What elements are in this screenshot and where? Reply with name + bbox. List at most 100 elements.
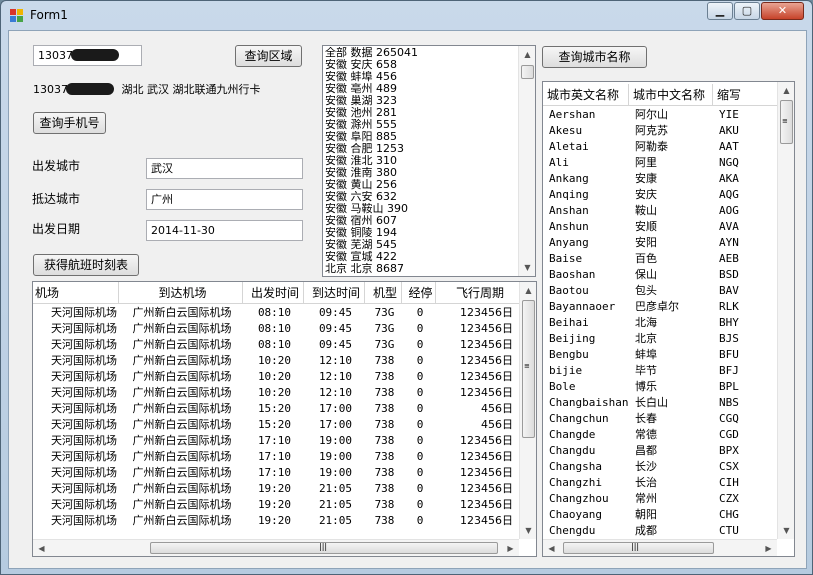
- table-row[interactable]: Bengbu 蚌埠 BFU: [543, 347, 779, 363]
- table-row[interactable]: 天河国际机场 广州新白云国际机场 10:20 12:10 738 0 123456日: [33, 369, 521, 385]
- table-row[interactable]: Beihai 北海 BHY: [543, 315, 779, 331]
- table-row[interactable]: 天河国际机场 广州新白云国际机场 19:20 21:05 738 0 123456日: [33, 497, 521, 513]
- table-row[interactable]: Baotou 包头 BAV: [543, 283, 779, 299]
- table-row[interactable]: Aershan 阿尔山 YIE: [543, 107, 779, 123]
- city-grid[interactable]: 城市英文名称 城市中文名称 缩写 Aershan 阿尔山 YIE Akesu 阿克苏 AKU A…: [542, 81, 795, 557]
- table-row[interactable]: bijie 毕节 BFJ: [543, 363, 779, 379]
- table-row[interactable]: Bayannaoer 巴彦卓尔 RLK: [543, 299, 779, 315]
- flight-column-header[interactable]: 到达机场: [119, 282, 243, 304]
- scroll-down-icon[interactable]: ▼: [778, 522, 794, 539]
- region-list-item[interactable]: 安徽 阜阳 885: [325, 131, 519, 143]
- region-list-item[interactable]: 安徽 安庆 658: [325, 59, 519, 71]
- flight-column-header[interactable]: 飞行周期: [436, 282, 521, 304]
- region-list-item[interactable]: 全部 数据 265041: [325, 47, 519, 59]
- query-region-button[interactable]: 查询区域: [235, 45, 302, 67]
- city-column-header[interactable]: 城市英文名称: [543, 84, 629, 106]
- table-row[interactable]: Chengdu 成都 CTU: [543, 523, 779, 539]
- close-button[interactable]: ✕: [761, 2, 804, 20]
- table-row[interactable]: 天河国际机场 广州新白云国际机场 15:20 17:00 738 0 456日: [33, 417, 521, 433]
- region-list-item[interactable]: 安徽 马鞍山 390: [325, 203, 519, 215]
- region-list-item[interactable]: 安徽 宿州 607: [325, 215, 519, 227]
- query-phone-button[interactable]: 查询手机号: [33, 112, 106, 134]
- table-row[interactable]: Bole 博乐 BPL: [543, 379, 779, 395]
- table-row[interactable]: Aletai 阿勒泰 AAT: [543, 139, 779, 155]
- scroll-up-icon[interactable]: ▲: [520, 282, 536, 299]
- scroll-down-icon[interactable]: ▼: [520, 522, 536, 539]
- title-bar[interactable]: Form1 ▁ ▢ ✕: [1, 1, 812, 30]
- flight-column-header[interactable]: 机场: [33, 282, 119, 304]
- region-list-item[interactable]: 安徽 蚌埠 456: [325, 71, 519, 83]
- region-list-item[interactable]: 安徽 芜湖 545: [325, 239, 519, 251]
- table-row[interactable]: Ali 阿里 NGQ: [543, 155, 779, 171]
- region-list-item[interactable]: 安徽 亳州 489: [325, 83, 519, 95]
- region-list-item[interactable]: 安徽 淮南 380: [325, 167, 519, 179]
- region-list-item[interactable]: 安徽 六安 632: [325, 191, 519, 203]
- table-row[interactable]: Anqing 安庆 AQG: [543, 187, 779, 203]
- table-row[interactable]: 天河国际机场 广州新白云国际机场 08:10 09:45 73G 0 123456日: [33, 321, 521, 337]
- table-row[interactable]: Changchun 长春 CGQ: [543, 411, 779, 427]
- city-vertical-scrollbar[interactable]: ▲ ≡ ▼: [777, 82, 794, 539]
- region-list-item[interactable]: 安徽 滁州 555: [325, 119, 519, 131]
- region-list-item[interactable]: 安徽 铜陵 194: [325, 227, 519, 239]
- table-row[interactable]: Changzhou 常州 CZX: [543, 491, 779, 507]
- table-row[interactable]: Anshun 安顺 AVA: [543, 219, 779, 235]
- table-row[interactable]: Changdu 昌都 BPX: [543, 443, 779, 459]
- flight-column-header[interactable]: 经停: [402, 282, 436, 304]
- flight-column-header[interactable]: 机型: [365, 282, 402, 304]
- table-row[interactable]: Anyang 安阳 AYN: [543, 235, 779, 251]
- table-row[interactable]: 天河国际机场 广州新白云国际机场 19:20 21:05 738 0 123456日: [33, 481, 521, 497]
- table-row[interactable]: Changsha 长沙 CSX: [543, 459, 779, 475]
- departure-date-input[interactable]: 2014-11-30: [146, 220, 303, 241]
- table-row[interactable]: Baoshan 保山 BSD: [543, 267, 779, 283]
- flight-vertical-scrollbar[interactable]: ▲ ≡ ▼: [519, 282, 536, 539]
- table-row[interactable]: Ankang 安康 AKA: [543, 171, 779, 187]
- scroll-left-icon[interactable]: ◀: [543, 540, 560, 556]
- scroll-up-icon[interactable]: ▲: [519, 46, 535, 63]
- scroll-down-icon[interactable]: ▼: [519, 259, 535, 276]
- region-list-item[interactable]: 安徽 巢湖 323: [325, 95, 519, 107]
- scroll-thumb[interactable]: [521, 65, 534, 79]
- table-row[interactable]: Changde 常德 CGD: [543, 427, 779, 443]
- departure-city-input[interactable]: 武汉: [146, 158, 303, 179]
- city-column-header[interactable]: 缩写: [713, 84, 779, 106]
- table-row[interactable]: Akesu 阿克苏 AKU: [543, 123, 779, 139]
- scroll-right-icon[interactable]: ▶: [760, 540, 777, 556]
- table-row[interactable]: 天河国际机场 广州新白云国际机场 17:10 19:00 738 0 123456日: [33, 465, 521, 481]
- table-row[interactable]: Chaoyang 朝阳 CHG: [543, 507, 779, 523]
- arrival-city-input[interactable]: 广州: [146, 189, 303, 210]
- flight-column-header[interactable]: 出发时间: [243, 282, 304, 304]
- table-row[interactable]: 天河国际机场 广州新白云国际机场 15:20 17:00 738 0 456日: [33, 401, 521, 417]
- table-row[interactable]: Beijing 北京 BJS: [543, 331, 779, 347]
- phone-input[interactable]: 13037: [33, 45, 142, 66]
- maximize-button[interactable]: ▢: [734, 2, 760, 20]
- scroll-up-icon[interactable]: ▲: [778, 82, 794, 99]
- scroll-right-icon[interactable]: ▶: [502, 540, 519, 556]
- table-row[interactable]: 天河国际机场 广州新白云国际机场 08:10 09:45 73G 0 123456日: [33, 305, 521, 321]
- table-row[interactable]: Changbaishan 长白山 NBS: [543, 395, 779, 411]
- region-list-item[interactable]: 安徽 合肥 1253: [325, 143, 519, 155]
- flight-grid[interactable]: 机场 到达机场 出发时间 到达时间 机型 经停 飞行周期 天河国际机场 广州新白云国际机场 08…: [32, 281, 537, 557]
- table-row[interactable]: 天河国际机场 广州新白云国际机场 10:20 12:10 738 0 123456日: [33, 353, 521, 369]
- region-listbox[interactable]: 全部 数据 265041 安徽 安庆 658 安徽 蚌埠 456 安徽 亳州 489 安…: [322, 45, 536, 277]
- table-row[interactable]: Baise 百色 AEB: [543, 251, 779, 267]
- table-row[interactable]: Anshan 鞍山 AOG: [543, 203, 779, 219]
- region-list-item[interactable]: 北京 北京 8687: [325, 263, 519, 275]
- get-schedule-button[interactable]: 获得航班时刻表: [33, 254, 139, 276]
- scroll-left-icon[interactable]: ◀: [33, 540, 50, 556]
- minimize-button[interactable]: ▁: [707, 2, 733, 20]
- table-row[interactable]: 天河国际机场 广州新白云国际机场 17:10 19:00 738 0 123456日: [33, 449, 521, 465]
- table-row[interactable]: Changzhi 长治 CIH: [543, 475, 779, 491]
- table-row[interactable]: 天河国际机场 广州新白云国际机场 08:10 09:45 73G 0 123456日: [33, 337, 521, 353]
- region-list-item[interactable]: 安徽 黄山 256: [325, 179, 519, 191]
- region-list-item[interactable]: 安徽 宣城 422: [325, 251, 519, 263]
- table-row[interactable]: 天河国际机场 广州新白云国际机场 19:20 21:05 738 0 123456日: [33, 513, 521, 529]
- table-row[interactable]: 天河国际机场 广州新白云国际机场 17:10 19:00 738 0 123456日: [33, 433, 521, 449]
- flight-horizontal-scrollbar[interactable]: ◀ ||| ▶: [33, 539, 519, 556]
- flight-column-header[interactable]: 到达时间: [304, 282, 365, 304]
- region-list-item[interactable]: 安徽 池州 281: [325, 107, 519, 119]
- city-horizontal-scrollbar[interactable]: ◀ ||| ▶: [543, 539, 777, 556]
- query-city-name-button[interactable]: 查询城市名称: [542, 46, 647, 68]
- table-row[interactable]: 天河国际机场 广州新白云国际机场 10:20 12:10 738 0 123456日: [33, 385, 521, 401]
- region-vertical-scrollbar[interactable]: ▲ ▼: [518, 46, 535, 276]
- city-column-header[interactable]: 城市中文名称: [629, 84, 713, 106]
